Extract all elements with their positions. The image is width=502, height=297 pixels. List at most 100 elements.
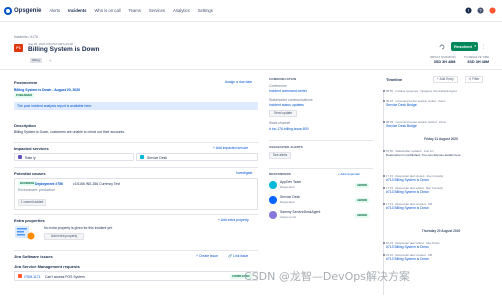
breadcrumb[interactable]: Incidents / #176	[14, 35, 38, 39]
jira-service-management-heading[interactable]: Jira Service Management requests	[14, 264, 80, 269]
create-issue-label: Create issue	[198, 254, 218, 258]
profile-avatar-icon[interactable]	[489, 7, 496, 14]
timeline-date: Thursday 20 August 2020	[421, 229, 461, 233]
opsgenie-logo[interactable]: Opsgenie	[4, 6, 42, 15]
published-badge: PUBLISHED	[14, 93, 35, 98]
opsgenie-logo-icon	[4, 6, 12, 15]
status-button[interactable]: Resolved ▾	[451, 42, 478, 51]
add-entry-button[interactable]: + Add Entry	[433, 76, 458, 83]
nav-teams[interactable]: Teams	[129, 8, 141, 13]
timeline-link[interactable]: Service Desk Bridge	[386, 103, 417, 107]
jira-request-row[interactable]: ITSM-1171 Can't access POS System COMPLE…	[14, 271, 258, 281]
nav-who-is-on-call[interactable]: Who is on call	[94, 8, 120, 13]
nav-alerts[interactable]: Alerts	[49, 8, 60, 13]
refresh-icon[interactable]	[439, 44, 445, 50]
timeline-text: Postmortem is published. You can discuss…	[386, 153, 462, 157]
responder-name: Sammy ServiceDeskAgent	[280, 210, 321, 214]
tag-billing[interactable]: billing	[30, 58, 42, 63]
timeline-link[interactable]: #713 Billing System is Down	[386, 257, 429, 261]
send-update-button[interactable]: Send update	[269, 110, 297, 117]
timeline-link[interactable]: #713 Billing System is Down	[386, 206, 429, 210]
responder-sub: Responded	[280, 200, 295, 204]
add-tag-icon[interactable]: +	[49, 58, 51, 63]
impacted-services-heading[interactable]: Impacted services	[14, 146, 49, 151]
deployment-env: Environment: production	[18, 188, 55, 192]
divider	[269, 140, 373, 141]
filter-label: Filter	[472, 77, 480, 81]
add-impacted-service-link[interactable]: + Add impacted service	[213, 146, 248, 150]
user-avatar	[269, 211, 277, 219]
notification-icon[interactable]: !	[465, 7, 472, 14]
jira-software-heading[interactable]: Jira Software issues	[14, 254, 53, 259]
chevron-down-icon: ▾	[474, 44, 476, 48]
stakeholder-link[interactable]: Incident status updates	[269, 103, 304, 107]
timeline-link[interactable]: #713 Billing System is Down	[386, 245, 429, 249]
impact-duration: IMPACT DURATION 3SD 3H 48M	[430, 55, 455, 64]
add-extra-property-button[interactable]: Add extra property	[44, 233, 84, 240]
deployment-card[interactable]: BUSINESS Deployment #756 c1f1156 INS-356…	[14, 178, 258, 210]
nav-analytics[interactable]: Analytics	[173, 8, 190, 13]
report-link[interactable]: The post incident analysis report is ava…	[17, 104, 92, 108]
add-extra-property-label: Add extra property	[220, 218, 249, 222]
timeline-link[interactable]: #713 Billing System is Down	[386, 178, 429, 182]
communication-heading: COMMUNICATION	[269, 77, 297, 81]
add-responder-label: Add responder	[340, 172, 361, 176]
timeline-link[interactable]: Service Desk Bridge	[386, 124, 417, 128]
impact-label: IMPACT DURATION	[430, 55, 456, 59]
logo-text: Opsgenie	[14, 7, 42, 14]
status-label: Resolved	[454, 44, 472, 49]
filter-button[interactable]: ⚲ Filter	[465, 76, 484, 83]
responder-item[interactable]: Service Desk Responded AWARE	[269, 195, 373, 207]
request-title: Can't access POS System	[45, 274, 85, 279]
resolve-label: TO RESOLVE TIME	[464, 55, 490, 59]
nav-services[interactable]: Services	[149, 8, 165, 13]
timeline-link[interactable]: #713 Billing System is Down	[386, 190, 429, 194]
potential-causes-heading[interactable]: Potential causes	[14, 171, 46, 176]
link-issue-link[interactable]: 🔗 Link issue	[228, 254, 248, 258]
resolve-value: 3SD 3H 48M	[467, 60, 490, 64]
conference-link[interactable]: Incident command center	[269, 89, 307, 93]
responder-item[interactable]: AppDev Team Responded AWARE	[269, 180, 373, 192]
divider	[14, 142, 258, 143]
responder-item[interactable]: Sammy ServiceDeskAgent Assign a role AWA…	[269, 210, 373, 222]
investigate-link[interactable]: Investigate	[236, 171, 252, 175]
divider	[14, 214, 258, 215]
commit-added-button[interactable]: 1 commit added	[18, 199, 46, 206]
more-actions-icon[interactable]: ⋮	[481, 44, 486, 50]
impacted-service-item[interactable]: Service Desk	[136, 153, 258, 161]
description-text: Billing System is Down, customers are un…	[14, 130, 126, 134]
link-issue-label: Link issue	[233, 254, 249, 258]
create-issue-link[interactable]: + Create issue	[196, 254, 218, 258]
service-name: Rate ly	[25, 155, 36, 160]
timeline-dot-icon	[383, 254, 385, 256]
timeline-dot-icon	[383, 203, 385, 205]
nav-incidents[interactable]: Incidents	[68, 8, 86, 13]
extra-properties-heading[interactable]: Extra properties	[14, 218, 45, 223]
see-alerts-button[interactable]: See alerts	[269, 152, 291, 159]
timeline-dot-icon	[383, 242, 385, 244]
request-key[interactable]: ITSM-1171	[24, 275, 41, 279]
aware-badge: AWARE	[355, 213, 370, 218]
deployment-commit: c1f1156 INS-356 Currency Text	[73, 181, 120, 186]
timeline-dot-icon	[383, 175, 385, 177]
conference-label: Conference	[269, 84, 287, 88]
responder-name: AppDev Team	[280, 180, 302, 184]
add-impacted-service-label: Add impacted service	[215, 146, 249, 150]
assign-due-date-link[interactable]: Assign a due date	[225, 80, 252, 84]
postmortem-banner: The post incident analysis report is ava…	[14, 102, 258, 110]
add-responder-link[interactable]: + Add responder	[338, 172, 360, 176]
postmortem-link[interactable]: Billing System is Down - August 20, 2020	[14, 88, 80, 92]
timeline-dot-icon	[383, 187, 385, 189]
divider	[14, 250, 258, 251]
impacted-service-item[interactable]: Rate ly	[14, 153, 134, 161]
aware-badge: AWARE	[355, 198, 370, 203]
responder-sub: Responded	[280, 185, 295, 189]
top-navigation: Opsgenie Alerts Incidents Who is on call…	[0, 0, 502, 22]
description-heading: Description	[14, 123, 37, 128]
nav-settings[interactable]: Settings	[198, 8, 213, 13]
timeline-dot-icon	[383, 150, 385, 152]
add-extra-property-link[interactable]: + Add extra property	[218, 218, 249, 222]
slack-link[interactable]: # inc-176-billing-issue-800	[269, 127, 309, 131]
help-icon[interactable]: ?	[477, 7, 484, 14]
deployment-title[interactable]: Deployment #756	[35, 182, 63, 186]
